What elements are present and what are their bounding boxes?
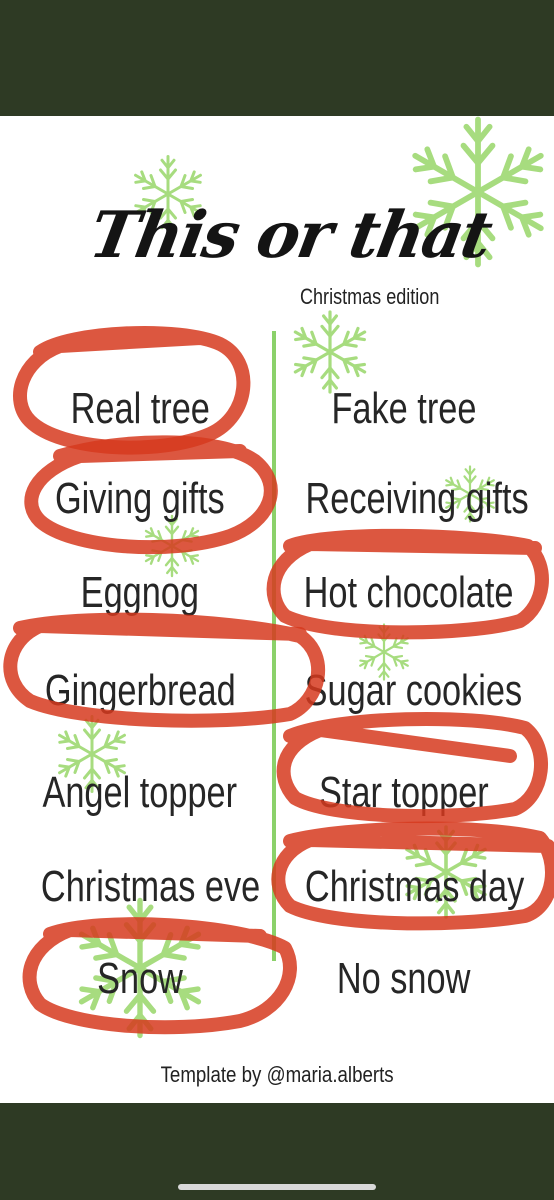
circle-marker [266, 528, 549, 640]
circle-marker [276, 711, 548, 824]
circle-marker-layer [3, 325, 554, 1035]
circle-marker [13, 325, 251, 455]
circle-marker [3, 612, 325, 728]
circle-marker [24, 435, 278, 555]
circle-marker [271, 821, 554, 931]
home-indicator[interactable] [178, 1184, 376, 1190]
top-letterbox [0, 0, 554, 116]
footer-credit: Template by @maria.alberts [160, 1062, 394, 1087]
template-image: This or that Christmas edition Real tree… [0, 116, 554, 1103]
circle-marker [22, 917, 297, 1035]
